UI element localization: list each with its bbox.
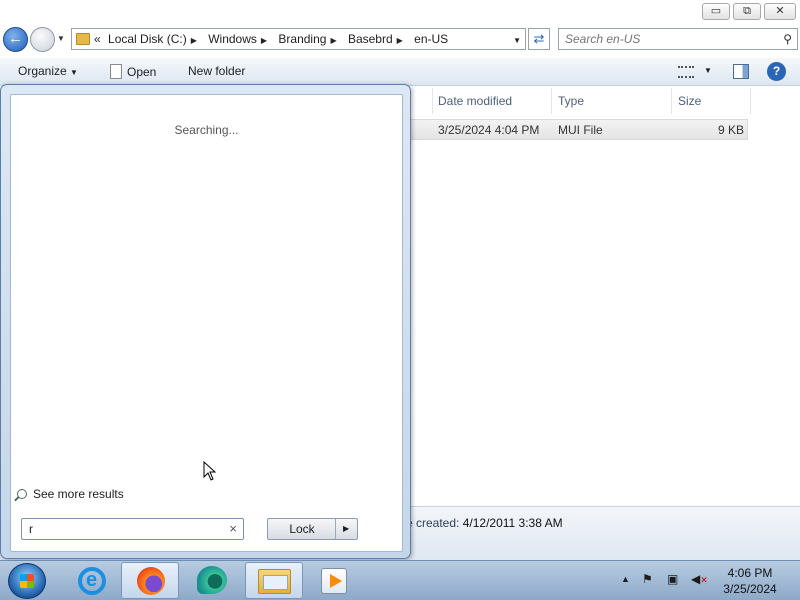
taskbar: ▲ ⚑ ▣ ◀✕ 4:06 PM 3/25/2024 <box>0 560 800 600</box>
explorer-titlebar: ▭ ⧉ ✕ <box>0 0 800 24</box>
column-divider[interactable] <box>750 88 751 114</box>
organize-label: Organize <box>18 64 67 78</box>
network-icon[interactable]: ▣ <box>667 572 678 586</box>
date-created-detail: e created: 4/12/2011 3:38 AM <box>406 516 563 530</box>
searching-status: Searching... <box>174 123 239 137</box>
clock-time: 4:06 PM <box>727 566 773 580</box>
button-divider <box>335 519 336 539</box>
show-hidden-icons-chevron-up-icon[interactable]: ▲ <box>621 574 630 584</box>
recent-pages-chevron-down-icon[interactable]: ▼ <box>57 34 65 43</box>
volume-muted-icon[interactable]: ◀✕ <box>691 572 708 586</box>
chevron-right-icon[interactable]: ▶ <box>397 36 403 45</box>
preview-pane-icon[interactable] <box>733 64 749 79</box>
close-button[interactable]: ✕ <box>764 3 796 20</box>
command-bar: Organize ▼ Open New folder ▼ ? <box>0 58 800 86</box>
chevron-right-icon[interactable]: ▶ <box>191 36 197 45</box>
mouse-pointer-icon <box>203 461 217 481</box>
action-center-flag-icon[interactable]: ⚑ <box>642 572 653 586</box>
chevron-down-icon: ▼ <box>70 68 78 77</box>
new-folder-button[interactable]: New folder <box>188 64 245 78</box>
taskbar-clock[interactable]: 4:06 PM 3/25/2024 <box>712 565 788 597</box>
file-date-modified: 3/25/2024 4:04 PM <box>438 123 540 137</box>
magnifier-icon <box>17 489 27 499</box>
column-size[interactable]: Size <box>678 94 701 108</box>
file-row[interactable]: 3/25/2024 4:04 PM MUI File 9 KB <box>400 119 748 140</box>
firefox-icon <box>137 567 165 595</box>
breadcrumb-item[interactable]: Branding <box>278 32 326 46</box>
column-date-modified[interactable]: Date modified <box>438 94 512 108</box>
search-icon[interactable]: ⚲ <box>783 32 792 46</box>
column-divider[interactable] <box>432 88 433 114</box>
lock-button[interactable]: Lock ▶ <box>267 518 358 540</box>
breadcrumb-item[interactable]: Basebrd <box>348 32 393 46</box>
column-type[interactable]: Type <box>558 94 584 108</box>
clear-search-icon[interactable]: × <box>229 521 237 536</box>
date-created-label: e created: <box>406 516 460 530</box>
breadcrumb: « Local Disk (C:) ▶ Windows ▶ Branding ▶ Ba… <box>94 29 452 49</box>
organize-button[interactable]: Organize ▼ <box>18 64 78 78</box>
internet-explorer-icon <box>78 567 106 595</box>
see-more-results-label: See more results <box>33 487 124 501</box>
taskbar-edge[interactable] <box>184 562 242 599</box>
maximize-button[interactable]: ⧉ <box>733 3 761 20</box>
open-label: Open <box>127 65 157 79</box>
chevron-right-icon[interactable]: ▶ <box>261 36 267 45</box>
folder-search-box[interactable]: ⚲ <box>558 28 798 50</box>
refresh-button[interactable]: ⇄ <box>528 28 550 50</box>
document-icon <box>110 64 122 79</box>
back-button[interactable]: ← <box>3 27 28 52</box>
address-dropdown-chevron-down-icon[interactable]: ▼ <box>513 36 521 45</box>
help-icon[interactable]: ? <box>767 62 786 81</box>
open-button[interactable]: Open <box>110 64 156 79</box>
column-divider[interactable] <box>551 88 552 114</box>
breadcrumb-item[interactable]: Local Disk (C:) <box>108 32 187 46</box>
clock-date: 3/25/2024 <box>723 582 777 596</box>
column-divider[interactable] <box>671 88 672 114</box>
file-type: MUI File <box>558 123 603 137</box>
forward-button[interactable] <box>30 27 55 52</box>
power-options-chevron-right-icon[interactable]: ▶ <box>343 524 349 533</box>
taskbar-windows-explorer[interactable] <box>245 562 303 599</box>
edge-icon <box>197 566 227 594</box>
windows-explorer-icon <box>258 569 291 594</box>
address-row: ← ▼ « Local Disk (C:) ▶ Windows ▶ Branding… <box>0 24 800 58</box>
start-search-input[interactable]: r × <box>21 518 244 540</box>
breadcrumb-overflow[interactable]: « <box>94 32 101 46</box>
minimize-button[interactable]: ▭ <box>702 3 730 20</box>
breadcrumb-item[interactable]: en-US <box>414 32 448 46</box>
search-results-panel: Searching... See more results <box>10 94 403 552</box>
start-menu: Searching... See more results r × Lock ▶ <box>0 84 411 559</box>
taskbar-internet-explorer[interactable] <box>62 562 120 599</box>
date-created-value: 4/12/2011 3:38 AM <box>462 516 563 530</box>
view-options-chevron-down-icon[interactable]: ▼ <box>704 66 712 75</box>
folder-icon <box>76 33 90 45</box>
file-size: 9 KB <box>717 123 744 137</box>
taskbar-media-player[interactable] <box>307 562 365 599</box>
media-player-icon <box>321 568 347 594</box>
taskbar-firefox[interactable] <box>121 562 179 599</box>
start-search-value: r <box>29 522 33 536</box>
breadcrumb-item[interactable]: Windows <box>208 32 257 46</box>
folder-search-input[interactable] <box>565 31 775 47</box>
windows-logo-icon <box>20 574 34 588</box>
lock-button-label: Lock <box>289 522 315 536</box>
address-bar[interactable]: « Local Disk (C:) ▶ Windows ▶ Branding ▶ Ba… <box>71 28 526 50</box>
see-more-results-link[interactable]: See more results <box>17 487 124 501</box>
chevron-right-icon[interactable]: ▶ <box>330 36 336 45</box>
change-view-icon[interactable] <box>678 66 694 78</box>
start-button[interactable] <box>8 563 46 599</box>
